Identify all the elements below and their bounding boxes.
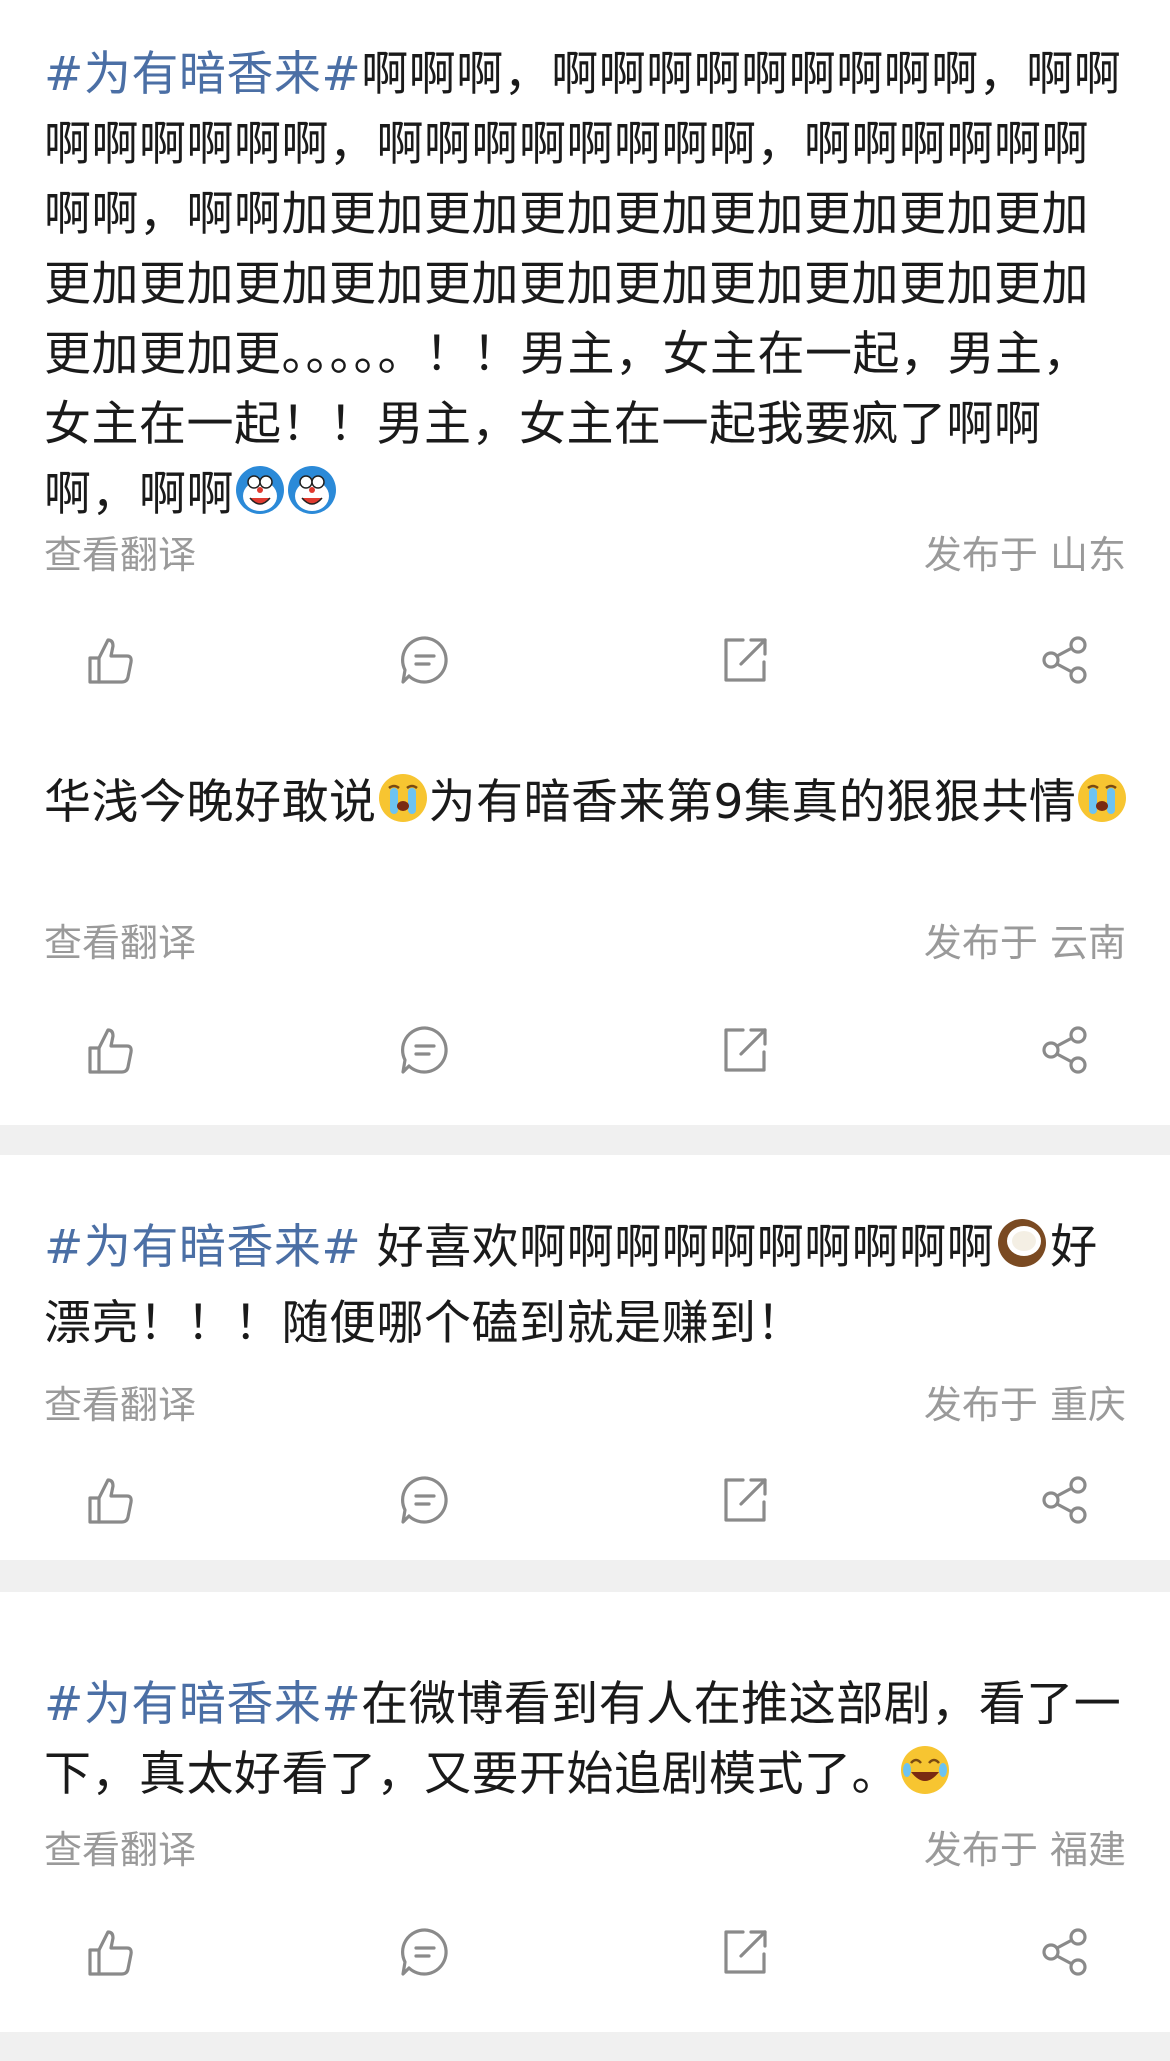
share-button[interactable] [1025,1010,1105,1090]
comment-button[interactable] [385,1912,465,1992]
comment-text: 华浅今晚好敢说 为有暗香来第9集真的狠狠共情 [44,768,1129,844]
location-label: 发布于 重庆 [923,1383,1126,1427]
comment-body: 好喜欢啊啊啊啊啊啊啊啊啊啊 [361,1220,995,1275]
comment-card: #为有暗香来# 好喜欢啊啊啊啊啊啊啊啊啊啊 好漂亮！！！随便哪个磕到就是赚到！ … [0,1155,1170,1560]
like-icon [82,1924,138,1980]
share-button[interactable] [1025,1460,1105,1540]
action-bar [0,1912,1170,1992]
share-button[interactable] [1025,1912,1105,1992]
repost-icon [717,1924,773,1980]
share-icon [1037,1924,1093,1980]
comment-icon [397,1022,453,1078]
crying-emoji [377,772,429,844]
comment-button[interactable] [385,1460,465,1540]
share-icon [1037,1022,1093,1078]
location-label: 发布于 山东 [923,533,1126,577]
action-bar [0,620,1170,700]
doraemon-emoji [234,464,286,536]
comment-text: #为有暗香来#啊啊啊，啊啊啊啊啊啊啊啊啊，啊啊啊啊啊啊啊啊，啊啊啊啊啊啊啊啊，啊… [44,40,1129,536]
location-label: 发布于 福建 [923,1828,1126,1872]
action-bar [0,1010,1170,1090]
comment-body: 啊啊啊，啊啊啊啊啊啊啊啊啊，啊啊啊啊啊啊啊啊，啊啊啊啊啊啊啊啊，啊啊啊啊啊啊啊啊… [44,47,1122,522]
repost-icon [717,1472,773,1528]
translate-link[interactable]: 查看翻译 [44,918,196,968]
comment-icon [397,632,453,688]
translate-link[interactable]: 查看翻译 [44,1380,196,1430]
comment-text: #为有暗香来#在微博看到有人在推这部剧，看了一下，真太好看了，又要开始追剧模式了… [44,1670,1129,1816]
comment-card: #为有暗香来#在微博看到有人在推这部剧，看了一下，真太好看了，又要开始追剧模式了… [0,1592,1170,2032]
hashtag-link[interactable]: #为有暗香来# [44,1220,361,1275]
comment-button[interactable] [385,1010,465,1090]
translate-link[interactable]: 查看翻译 [44,530,196,580]
repost-button[interactable] [705,1460,785,1540]
repost-button[interactable] [705,1912,785,1992]
hashtag-link[interactable]: #为有暗香来# [44,1677,361,1732]
repost-button[interactable] [705,620,785,700]
like-button[interactable] [70,1912,150,1992]
like-icon [82,1022,138,1078]
comment-text: #为有暗香来# 好喜欢啊啊啊啊啊啊啊啊啊啊 好漂亮！！！随便哪个磕到就是赚到！ [44,1213,1129,1359]
comment-button[interactable] [385,620,465,700]
repost-icon [717,1022,773,1078]
crying-emoji [1076,772,1128,844]
hashtag-link[interactable]: #为有暗香来# [44,47,361,102]
share-icon [1037,632,1093,688]
like-icon [82,1472,138,1528]
like-icon [82,632,138,688]
coconut-emoji [994,1217,1050,1289]
share-icon [1037,1472,1093,1528]
doraemon-emoji [286,464,338,536]
action-bar [0,1460,1170,1540]
comment-card: 华浅今晚好敢说 为有暗香来第9集真的狠狠共情 查看翻译 发布于 云南 [0,710,1170,1125]
like-button[interactable] [70,1010,150,1090]
comment-card: #为有暗香来#啊啊啊，啊啊啊啊啊啊啊啊啊，啊啊啊啊啊啊啊啊，啊啊啊啊啊啊啊啊，啊… [0,0,1170,710]
like-button[interactable] [70,620,150,700]
laughing-emoji [899,1744,951,1816]
comment-body-continued: 为有暗香来第9集真的狠狠共情 [428,775,1077,830]
comment-icon [397,1472,453,1528]
share-button[interactable] [1025,620,1105,700]
comment-icon [397,1924,453,1980]
repost-icon [717,632,773,688]
like-button[interactable] [70,1460,150,1540]
translate-link[interactable]: 查看翻译 [44,1825,196,1875]
repost-button[interactable] [705,1010,785,1090]
comment-body: 华浅今晚好敢说 [44,775,377,830]
location-label: 发布于 云南 [923,921,1126,965]
